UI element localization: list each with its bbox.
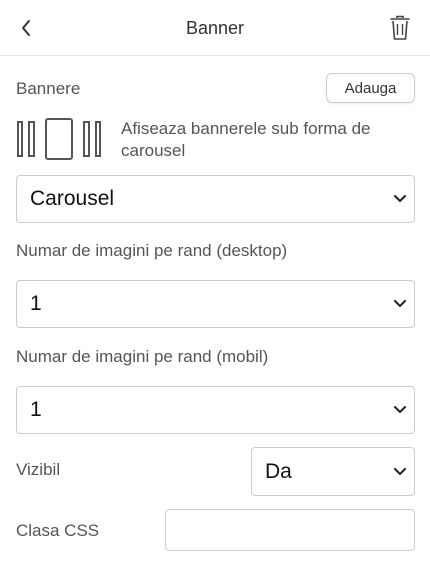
mobile-count-select[interactable]: 1	[16, 386, 415, 434]
mobile-count-value: 1	[30, 398, 42, 421]
chevron-down-icon	[394, 467, 406, 475]
trash-icon	[390, 15, 410, 40]
add-banner-button[interactable]: Adauga	[326, 73, 415, 103]
carousel-description: Afiseaza bannerele sub forma de carousel	[121, 119, 371, 160]
top-bar: Banner	[0, 0, 430, 56]
chevron-down-icon	[394, 406, 406, 413]
css-class-input[interactable]	[165, 509, 415, 551]
visible-value: Da	[265, 459, 292, 483]
desktop-count-value: 1	[30, 292, 42, 315]
display-mode-value: Carousel	[30, 187, 115, 210]
banners-label: Bannere	[16, 79, 81, 98]
css-class-label: Clasa CSS	[16, 521, 100, 540]
desktop-count-label: Numar de imagini pe rand (desktop)	[16, 241, 288, 260]
carousel-icon	[17, 118, 101, 160]
visible-select[interactable]: Da	[251, 447, 415, 496]
chevron-down-icon	[394, 195, 406, 202]
display-mode-select[interactable]: Carousel	[16, 175, 415, 223]
page-title: Banner	[185, 18, 245, 38]
delete-button[interactable]	[389, 15, 411, 41]
desktop-count-select[interactable]: 1	[16, 280, 415, 328]
chevron-down-icon	[394, 300, 406, 307]
mobile-count-label: Numar de imagini pe rand (mobil)	[16, 347, 269, 366]
visible-label: Vizibil	[16, 460, 61, 479]
